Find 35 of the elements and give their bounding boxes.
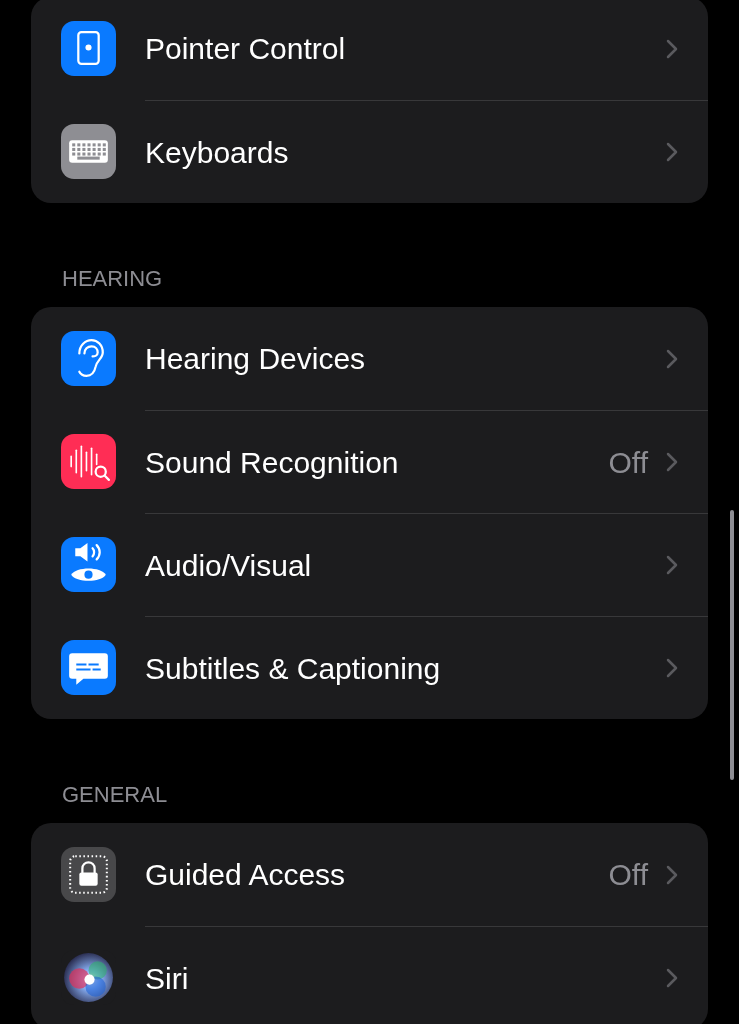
chevron-icon (666, 968, 678, 988)
pointer-icon (61, 21, 116, 76)
settings-row[interactable]: Subtitles & Captioning (31, 616, 708, 719)
lock-icon (61, 847, 116, 902)
row-label: Keyboards (145, 134, 290, 171)
row-label: Guided Access (145, 857, 347, 893)
chevron-icon (666, 658, 678, 678)
row-label: Audio/Visual (145, 547, 313, 584)
chevron-icon (666, 38, 678, 59)
settings-row[interactable]: Hearing Devices (31, 307, 708, 410)
row-label: Siri (145, 960, 190, 997)
settings-row[interactable]: Audio/Visual (31, 513, 708, 616)
chevron-icon (666, 348, 678, 369)
chevron-icon (666, 142, 678, 162)
row-label: Subtitles & Captioning (145, 650, 442, 687)
row-value: Off (608, 857, 648, 893)
chevron-icon (666, 864, 678, 885)
settings-row[interactable]: Guided Access Off (31, 823, 708, 926)
keyboard-icon (61, 124, 116, 179)
sound-wave-icon (61, 434, 116, 489)
ear-icon (61, 331, 116, 386)
settings-row[interactable]: Keyboards (31, 100, 708, 203)
settings-row[interactable]: Siri (31, 926, 708, 1024)
settings-row[interactable]: Sound Recognition Off (31, 410, 708, 513)
chevron-icon (666, 555, 678, 575)
section-header: GENERAL (61, 781, 169, 809)
settings-row[interactable]: Pointer Control (31, 0, 708, 100)
speech-bubble-icon (61, 640, 116, 695)
speaker-eye-icon (61, 537, 116, 592)
chevron-icon (666, 452, 678, 472)
section-header: HEARING (61, 265, 164, 293)
row-label: Hearing Devices (145, 341, 367, 377)
row-label: Sound Recognition (145, 444, 400, 481)
row-label: Pointer Control (145, 31, 347, 67)
row-value: Off (608, 444, 648, 481)
